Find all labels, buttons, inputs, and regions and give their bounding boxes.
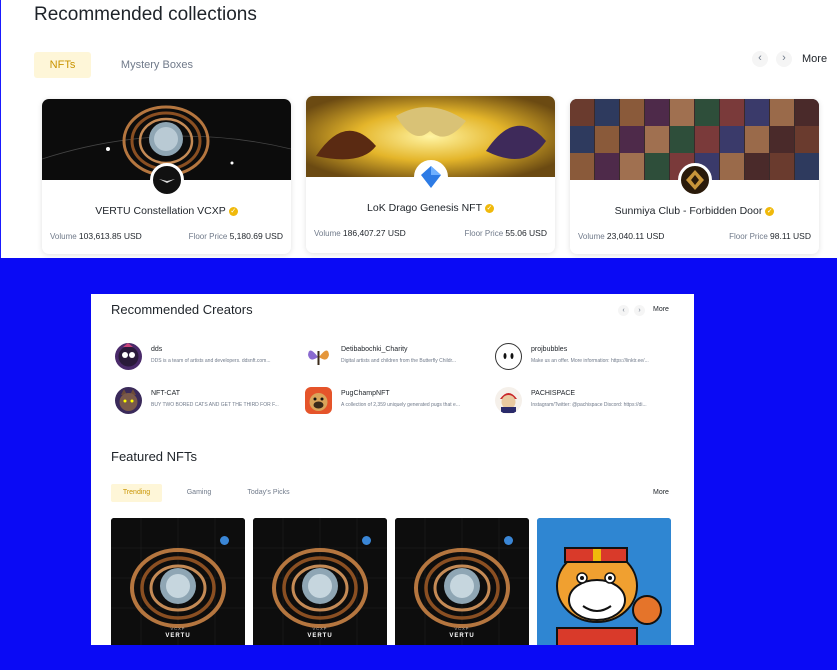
verified-badge-icon: ✓ xyxy=(484,203,494,213)
recommended-collections-title: Recommended collections xyxy=(34,4,257,25)
creator-avatar xyxy=(305,343,332,370)
globe-icon xyxy=(504,536,513,545)
creator-name: Detibabochki_Charity xyxy=(341,346,408,353)
nft-card[interactable]: VCXP VERTU xyxy=(395,518,529,645)
creator-item[interactable]: Detibabochki_Charity Digital artists and… xyxy=(305,343,490,373)
creator-item[interactable]: PugChampNFT A collection of 2,359 unique… xyxy=(305,387,490,417)
tiger-artwork xyxy=(537,518,671,645)
creator-description: BUY TWO BORED CATS AND GET THE THIRD FOR… xyxy=(151,402,279,408)
collection-name: LoK Drago Genesis NFT ✓ xyxy=(367,202,494,214)
collection-volume: Volume 186,407.27 USD xyxy=(314,228,406,238)
creator-description: A collection of 2,359 uniquely generated… xyxy=(341,402,460,408)
tab-todays-picks[interactable]: Today's Picks xyxy=(241,484,296,502)
creator-name: NFT-CAT xyxy=(151,390,181,397)
creator-description: DDS is a team of artists and developers.… xyxy=(151,358,271,364)
chevron-left-icon[interactable]: ‹ xyxy=(618,305,629,316)
chevron-right-icon[interactable]: › xyxy=(634,305,645,316)
collection-avatar xyxy=(677,163,712,197)
creator-avatar xyxy=(305,387,332,414)
globe-icon xyxy=(362,536,371,545)
nft-collection-code: VCXP xyxy=(312,626,328,631)
nft-brand: VERTU xyxy=(165,633,191,639)
creator-avatar xyxy=(115,343,142,370)
collection-avatar xyxy=(149,163,184,197)
chevron-right-icon[interactable]: › xyxy=(776,51,792,67)
collection-name: Sunmiya Club - Forbidden Door ✓ xyxy=(614,205,775,217)
featured-nfts-title: Featured NFTs xyxy=(111,449,197,464)
verified-badge-icon: ✓ xyxy=(228,206,238,216)
creators-more-link[interactable]: More xyxy=(653,306,669,313)
collection-card[interactable]: LoK Drago Genesis NFT ✓ Volume 186,407.27… xyxy=(306,96,555,253)
collection-floor-price: Floor Price 98.11 USD xyxy=(729,231,811,241)
creator-name: PugChampNFT xyxy=(341,390,390,397)
creators-and-featured-panel: Recommended Creators ‹ › More dds DDS is… xyxy=(91,294,694,645)
collection-avatar xyxy=(413,160,448,194)
globe-icon xyxy=(220,536,229,545)
creator-avatar xyxy=(495,387,522,414)
nft-card[interactable]: VCXP VERTU xyxy=(111,518,245,645)
creator-avatar xyxy=(115,387,142,414)
collection-card[interactable]: VERTU Constellation VCXP ✓ Volume 103,613… xyxy=(42,99,291,254)
tab-nfts[interactable]: NFTs xyxy=(34,52,91,78)
recommended-collections-panel: Recommended collections NFTs Mystery Box… xyxy=(0,0,837,258)
nft-card[interactable]: VCXP VERTU xyxy=(253,518,387,645)
collection-floor-price: Floor Price 55.06 USD xyxy=(464,228,547,238)
nft-card[interactable] xyxy=(537,518,671,645)
creator-name: dds xyxy=(151,346,163,353)
nft-brand: VERTU xyxy=(449,633,475,639)
nft-brand: VERTU xyxy=(307,633,333,639)
creator-description: Instagram/Twitter: @pachispace Discord: … xyxy=(531,402,647,408)
featured-more-link[interactable]: More xyxy=(653,489,669,496)
collection-card[interactable]: Sunmiya Club - Forbidden Door ✓ Volume 23… xyxy=(570,99,819,254)
creator-item[interactable]: NFT-CAT BUY TWO BORED CATS AND GET THE T… xyxy=(115,387,300,417)
creator-item[interactable]: PACHISPACE Instagram/Twitter: @pachispac… xyxy=(495,387,680,417)
chevron-left-icon[interactable]: ‹ xyxy=(752,51,768,67)
collection-name: VERTU Constellation VCXP ✓ xyxy=(95,205,238,217)
collections-more-link[interactable]: More xyxy=(802,53,827,65)
collection-volume: Volume 103,613.85 USD xyxy=(50,231,142,241)
creator-item[interactable]: projbubbles Make us an offer. More infor… xyxy=(495,343,680,373)
creator-description: Make us an offer. More information: http… xyxy=(531,358,649,364)
tab-trending[interactable]: Trending xyxy=(111,484,162,502)
collection-floor-price: Floor Price 5,180.69 USD xyxy=(188,231,283,241)
recommended-creators-title: Recommended Creators xyxy=(111,302,253,317)
creator-avatar xyxy=(495,343,522,370)
creator-description: Digital artists and children from the Bu… xyxy=(341,358,457,364)
nft-collection-code: VCXP xyxy=(170,626,186,631)
tab-mystery-boxes[interactable]: Mystery Boxes xyxy=(113,52,201,78)
tab-gaming[interactable]: Gaming xyxy=(177,484,221,502)
verified-badge-icon: ✓ xyxy=(765,206,775,216)
creator-name: projbubbles xyxy=(531,346,568,353)
creator-name: PACHISPACE xyxy=(531,390,576,397)
nft-collection-code: VCXP xyxy=(454,626,470,631)
creator-item[interactable]: dds DDS is a team of artists and develop… xyxy=(115,343,300,373)
collection-volume: Volume 23,040.11 USD xyxy=(578,231,665,241)
